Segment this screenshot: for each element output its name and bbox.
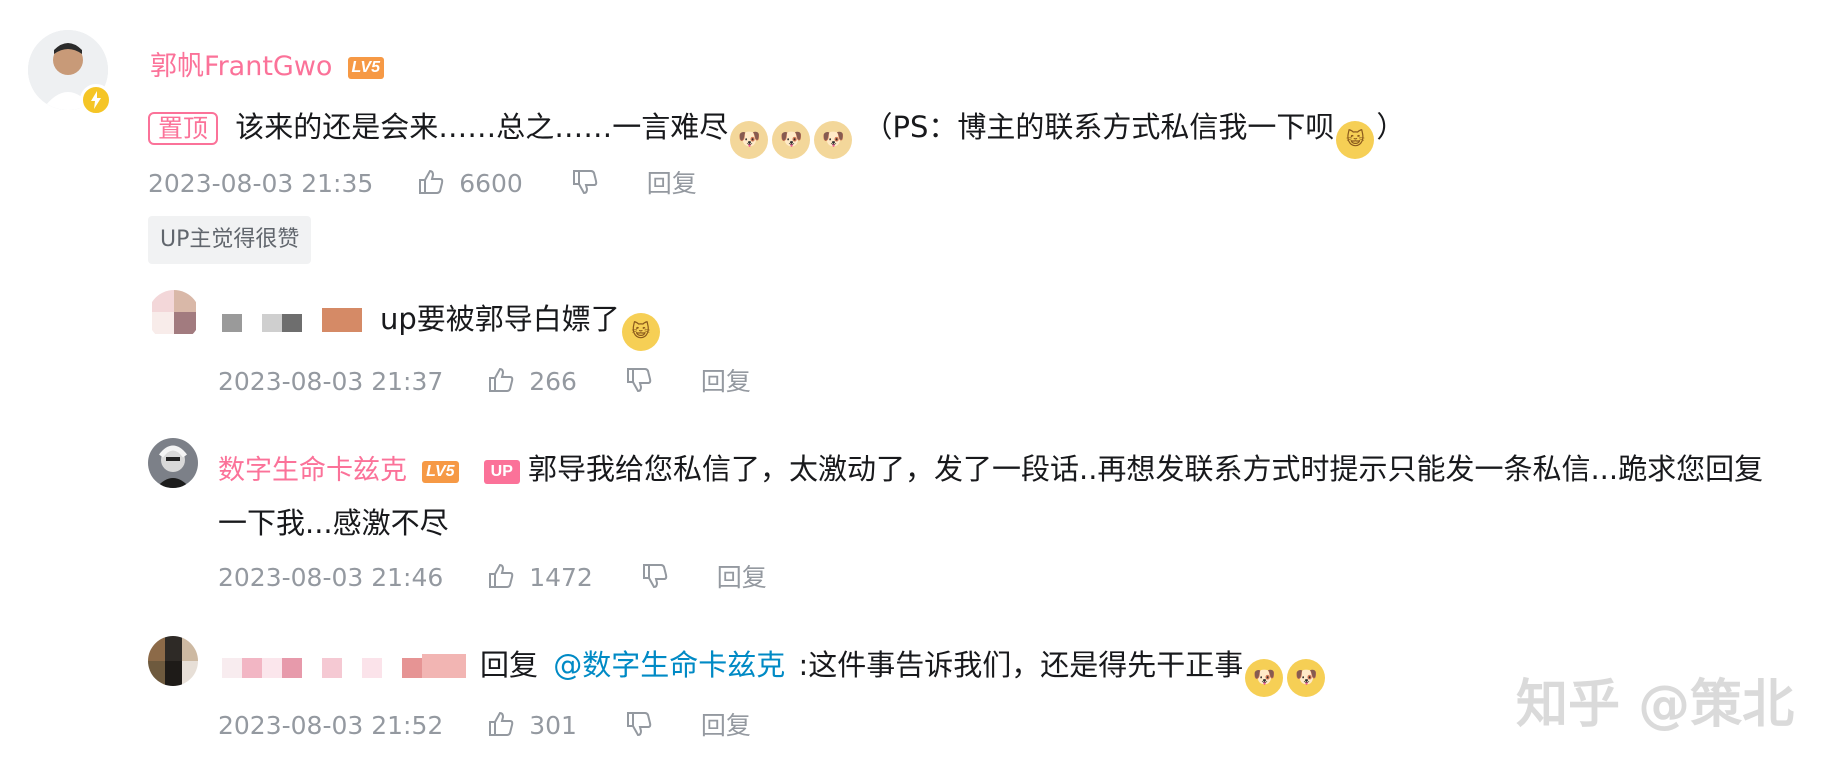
dislike-icon: [642, 564, 668, 589]
reply-2-text-line2: 一下我...感激不尽: [218, 506, 449, 540]
emoji-dog: 🐶: [814, 121, 853, 159]
main-comment-text-ps: （PS：博主的联系方式私信我一下呗: [863, 110, 1335, 144]
emoji-dog: 🐶: [730, 121, 769, 159]
like-button[interactable]: [487, 710, 515, 744]
like-button[interactable]: [487, 366, 515, 400]
dislike-icon: [626, 712, 652, 737]
level-badge: LV5: [347, 57, 384, 79]
like-icon: [489, 711, 514, 736]
reply-3-meta: 2023-08-03 21:52 301 回复: [218, 706, 751, 744]
emoji-cat: 😺: [621, 313, 660, 351]
emoji-dog: 🐶: [1245, 659, 1284, 697]
avatar-person-icon: [148, 438, 198, 488]
emoji-dog: 🐶: [772, 121, 811, 159]
like-icon: [489, 563, 514, 588]
like-count: 266: [529, 367, 577, 396]
main-comment-header: 郭帆FrantGwo LV5: [150, 44, 384, 83]
comment-time: 2023-08-03 21:35: [148, 169, 374, 198]
reply-button[interactable]: 回复: [701, 711, 751, 740]
lightning-icon: [91, 91, 101, 109]
dislike-button[interactable]: [571, 168, 599, 202]
reply-2-meta: 2023-08-03 21:46 1472 回复: [218, 558, 767, 596]
dislike-button[interactable]: [625, 710, 653, 744]
reply-avatar[interactable]: [148, 438, 198, 488]
main-comment-meta: 2023-08-03 21:35 6600 回复: [148, 164, 697, 202]
like-count: 301: [529, 711, 577, 740]
main-comment-text: 该来的还是会来……总之……一言难尽: [235, 110, 729, 144]
comment-time: 2023-08-03 21:52: [218, 711, 444, 740]
watermark: 知乎 @策北: [1516, 675, 1795, 735]
reply-2-header: 数字生命卡兹克 LV5 UP: [218, 448, 520, 487]
dislike-button[interactable]: [625, 366, 653, 400]
pixelated-avatar: [148, 636, 198, 686]
pixelated-username[interactable]: [222, 654, 466, 678]
up-badge: UP: [483, 460, 520, 484]
mention-link[interactable]: @数字生命卡兹克: [553, 648, 785, 682]
like-button[interactable]: [417, 168, 445, 202]
reply-prefix: 回复: [480, 648, 539, 682]
like-icon: [489, 367, 514, 392]
main-comment-body: 置顶 该来的还是会来……总之……一言难尽 🐶 🐶 🐶 （PS：博主的联系方式私信我一下…: [148, 104, 1405, 159]
reply-avatar[interactable]: [148, 290, 200, 342]
reply-1-meta: 2023-08-03 21:37 266 回复: [218, 362, 751, 400]
dislike-icon: [572, 170, 598, 195]
like-button[interactable]: [487, 562, 515, 596]
reply-1-body: up要被郭导白嫖了 😺: [380, 296, 662, 351]
reply-2-username[interactable]: 数字生命卡兹克: [218, 455, 407, 486]
like-count: 6600: [459, 169, 523, 198]
comment-time: 2023-08-03 21:46: [218, 563, 444, 592]
comment-time: 2023-08-03 21:37: [218, 367, 444, 396]
pinned-badge: 置顶: [148, 112, 219, 145]
like-count: 1472: [529, 563, 593, 592]
reply-3-text: :这件事告诉我们，还是得先干正事: [798, 648, 1244, 682]
dislike-button[interactable]: [641, 562, 669, 596]
reply-button[interactable]: 回复: [647, 169, 697, 198]
level-badge: LV5: [422, 461, 459, 483]
pixelated-username[interactable]: [218, 308, 368, 332]
reply-button[interactable]: 回复: [717, 563, 767, 592]
pixelated-avatar: [148, 290, 200, 342]
like-icon: [419, 169, 444, 194]
reply-button[interactable]: 回复: [701, 367, 751, 396]
dislike-icon: [626, 368, 652, 393]
reply-1-text: up要被郭导白嫖了: [380, 302, 620, 336]
main-comment-text-end: ）: [1376, 110, 1406, 144]
reply-avatar[interactable]: [148, 636, 198, 686]
verified-badge: [80, 84, 112, 116]
main-commenter-name[interactable]: 郭帆FrantGwo: [150, 51, 332, 82]
up-liked-tag: UP主觉得很赞: [148, 216, 312, 264]
emoji-dog: 🐶: [1287, 659, 1326, 697]
reply-2-text-line1: 郭导我给您私信了，太激动了，发了一段话..再想发联系方式时提示只能发一条私信..…: [528, 452, 1764, 486]
reply-3-body: 回复 @数字生命卡兹克 :这件事告诉我们，还是得先干正事 🐶 🐶: [480, 642, 1327, 697]
emoji-cat: 😺: [1336, 121, 1375, 159]
